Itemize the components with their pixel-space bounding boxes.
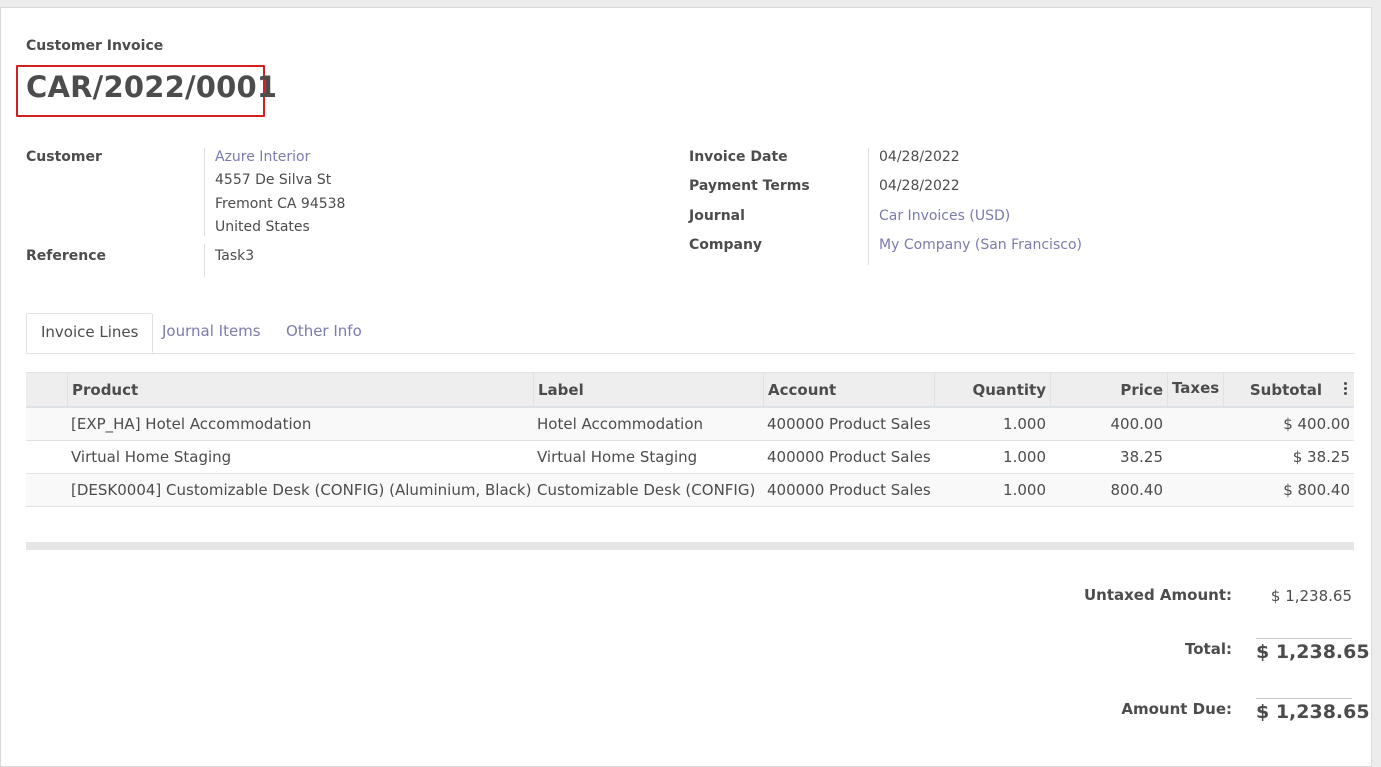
document-type-label: Customer Invoice: [26, 38, 164, 54]
column-header-price[interactable]: Price: [1050, 373, 1167, 407]
column-header-subtotal[interactable]: Subtotal: [1223, 373, 1354, 407]
table-row[interactable]: Virtual Home Staging Virtual Home Staging…: [26, 441, 1354, 474]
cell-subtotal[interactable]: $ 400.00: [1223, 408, 1354, 440]
journal-label: Journal: [689, 208, 745, 224]
table-row[interactable]: [EXP_HA] Hotel Accommodation Hotel Accomm…: [26, 408, 1354, 441]
cell-taxes[interactable]: [1167, 474, 1223, 506]
cell-product[interactable]: [EXP_HA] Hotel Accommodation: [67, 408, 533, 440]
customer-address-line2: Fremont CA 94538: [215, 196, 346, 212]
cell-product[interactable]: Virtual Home Staging: [67, 441, 533, 473]
column-header-quantity[interactable]: Quantity: [934, 373, 1050, 407]
handle-column-header: [26, 373, 67, 407]
invoice-date-label: Invoice Date: [689, 149, 788, 165]
cell-account[interactable]: 400000 Product Sales: [763, 408, 934, 440]
company-link[interactable]: My Company (San Francisco): [879, 237, 1082, 253]
tab-invoice-lines[interactable]: Invoice Lines: [26, 313, 154, 353]
total-value: $ 1,238.65: [1256, 638, 1370, 663]
cell-subtotal[interactable]: $ 38.25: [1223, 441, 1354, 473]
untaxed-amount-label: Untaxed Amount:: [1083, 586, 1232, 604]
payment-terms-label: Payment Terms: [689, 178, 810, 194]
tab-other-info[interactable]: Other Info: [272, 313, 376, 352]
untaxed-amount-value: $ 1,238.65: [1270, 587, 1352, 605]
notebook-tabs: Invoice Lines Journal Items Other Info: [26, 313, 1354, 354]
total-label: Total:: [1185, 640, 1232, 658]
cell-label[interactable]: Hotel Accommodation: [533, 408, 763, 440]
cell-price[interactable]: 38.25: [1050, 441, 1167, 473]
cell-account[interactable]: 400000 Product Sales: [763, 474, 934, 506]
field-separator: [204, 244, 205, 277]
cell-subtotal[interactable]: $ 800.40: [1223, 474, 1354, 506]
column-header-taxes[interactable]: Taxes: [1167, 373, 1223, 407]
cell-label[interactable]: Virtual Home Staging: [533, 441, 763, 473]
reference-label: Reference: [26, 248, 107, 264]
cell-quantity[interactable]: 1.000: [934, 441, 1050, 473]
payment-terms-value[interactable]: 04/28/2022: [879, 178, 960, 194]
column-header-account[interactable]: Account: [763, 373, 934, 407]
table-footer-bar: [26, 542, 1354, 550]
amount-due-value: $ 1,238.65: [1256, 698, 1370, 723]
table-row[interactable]: [DESK0004] Customizable Desk (CONFIG) (A…: [26, 474, 1354, 507]
optional-columns-kebab-icon[interactable]: [1344, 382, 1348, 397]
invoice-lines-table: Product Label Account Quantity Price Tax…: [26, 372, 1354, 507]
cell-quantity[interactable]: 1.000: [934, 408, 1050, 440]
cell-label[interactable]: Customizable Desk (CONFIG): [533, 474, 763, 506]
table-body: [EXP_HA] Hotel Accommodation Hotel Accomm…: [26, 408, 1354, 507]
customer-link[interactable]: Azure Interior: [215, 149, 310, 165]
cell-taxes[interactable]: [1167, 441, 1223, 473]
cell-price[interactable]: 400.00: [1050, 408, 1167, 440]
invoice-form-sheet: Customer Invoice CAR/2022/0001 Customer …: [0, 7, 1372, 767]
table-header: Product Label Account Quantity Price Tax…: [26, 372, 1354, 408]
cell-taxes[interactable]: [1167, 408, 1223, 440]
column-header-label[interactable]: Label: [533, 373, 763, 407]
tab-journal-items[interactable]: Journal Items: [148, 313, 275, 352]
reference-value[interactable]: Task3: [215, 248, 254, 264]
field-separator: [868, 148, 869, 265]
company-label: Company: [689, 237, 763, 253]
invoice-date-value[interactable]: 04/28/2022: [879, 149, 960, 165]
column-header-product[interactable]: Product: [67, 373, 533, 407]
field-separator: [204, 148, 205, 236]
journal-link[interactable]: Car Invoices (USD): [879, 208, 1010, 224]
cell-price[interactable]: 800.40: [1050, 474, 1167, 506]
amount-due-label: Amount Due:: [1121, 700, 1232, 718]
cell-account[interactable]: 400000 Product Sales: [763, 441, 934, 473]
customer-address-line3: United States: [215, 219, 310, 235]
customer-address-line1: 4557 De Silva St: [215, 172, 332, 188]
invoice-number-title: CAR/2022/0001: [26, 70, 278, 104]
customer-label: Customer: [26, 149, 102, 165]
cell-quantity[interactable]: 1.000: [934, 474, 1050, 506]
cell-product[interactable]: [DESK0004] Customizable Desk (CONFIG) (A…: [67, 474, 533, 506]
